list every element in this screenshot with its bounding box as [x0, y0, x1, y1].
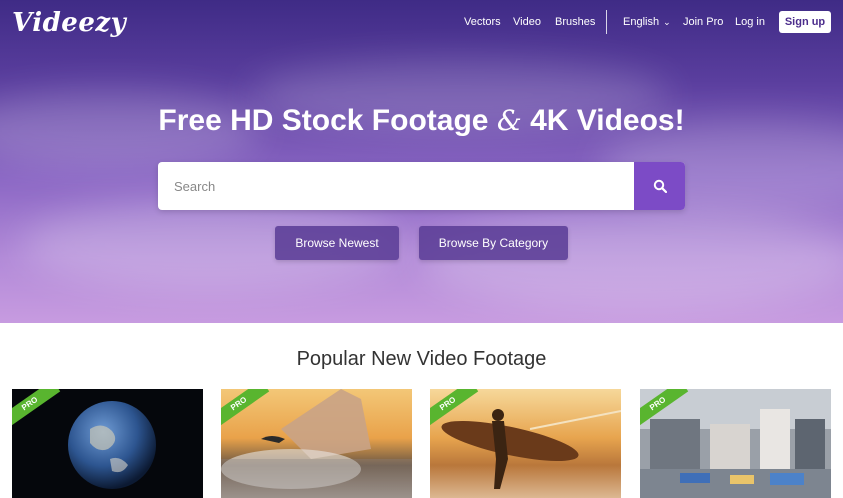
laboratory-image: [640, 389, 831, 498]
video-thumbnail[interactable]: PRO: [221, 389, 412, 498]
nav-divider: [606, 10, 607, 34]
surfer-image: [441, 409, 621, 489]
video-thumbnail[interactable]: PRO: [430, 389, 621, 498]
video-thumbnail[interactable]: PRO: [640, 389, 831, 498]
nav-video[interactable]: Video: [513, 16, 541, 28]
search-button[interactable]: [634, 162, 685, 210]
beach-splash-image: [221, 389, 412, 498]
login-link[interactable]: Log in: [735, 16, 765, 28]
nav-brushes[interactable]: Brushes: [555, 16, 595, 28]
signup-button[interactable]: Sign up: [779, 11, 831, 33]
language-label: English: [623, 16, 660, 28]
video-thumbnail[interactable]: PRO: [12, 389, 203, 498]
search-bar: [158, 162, 685, 210]
join-pro-link[interactable]: Join Pro: [683, 16, 723, 28]
search-input[interactable]: [158, 162, 634, 210]
language-selector[interactable]: English ⌄: [623, 16, 671, 28]
headline-text-2: 4K Videos!: [530, 104, 685, 137]
chevron-down-icon: ⌄: [663, 17, 671, 27]
logo[interactable]: Videezy: [12, 8, 126, 38]
top-navigation: Videezy Vectors Video Brushes English ⌄ J…: [0, 0, 843, 46]
earth-image: [68, 401, 156, 489]
headline-ampersand: &: [496, 104, 522, 137]
browse-by-category-button[interactable]: Browse By Category: [419, 226, 568, 260]
browse-newest-button[interactable]: Browse Newest: [275, 226, 399, 260]
nav-vectors[interactable]: Vectors: [464, 16, 501, 28]
headline-text-1: Free HD Stock Footage: [158, 104, 489, 137]
section-title: Popular New Video Footage: [296, 348, 547, 370]
search-icon: [653, 179, 667, 193]
hero-headline: Free HD Stock Footage & 4K Videos!: [0, 104, 843, 138]
hero-banner: Videezy Vectors Video Brushes English ⌄ J…: [0, 0, 843, 323]
